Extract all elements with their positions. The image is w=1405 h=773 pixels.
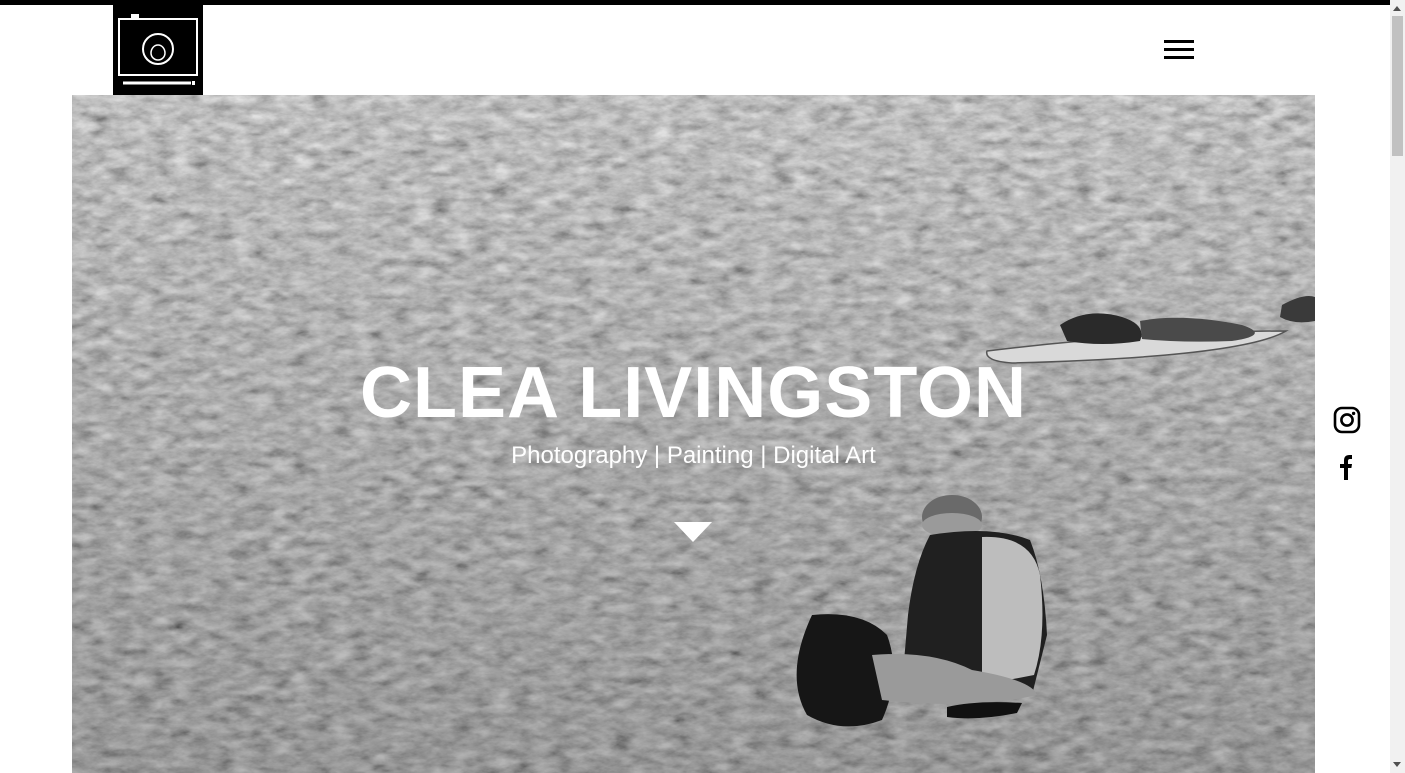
scrollbar-thumb[interactable] (1392, 16, 1403, 156)
scroll-down-arrow-icon[interactable] (1393, 762, 1401, 767)
camera-icon (118, 14, 198, 85)
hero-subtitle: Photography | Painting | Digital Art (511, 442, 876, 469)
hero-title: CLEA LIVINGSTON (359, 353, 1028, 433)
hero-section: CLEA LIVINGSTON Photography | Painting |… (72, 95, 1315, 773)
beach-photo (72, 95, 1315, 773)
scroll-up-arrow-icon[interactable] (1393, 6, 1401, 11)
page-scrollbar[interactable] (1390, 0, 1405, 773)
facebook-icon[interactable] (1333, 453, 1361, 481)
site-logo[interactable] (113, 5, 203, 95)
top-bar (0, 0, 1390, 5)
triangle-down-icon[interactable] (674, 522, 712, 542)
hamburger-menu-icon[interactable] (1162, 38, 1196, 62)
instagram-icon[interactable] (1333, 406, 1361, 434)
